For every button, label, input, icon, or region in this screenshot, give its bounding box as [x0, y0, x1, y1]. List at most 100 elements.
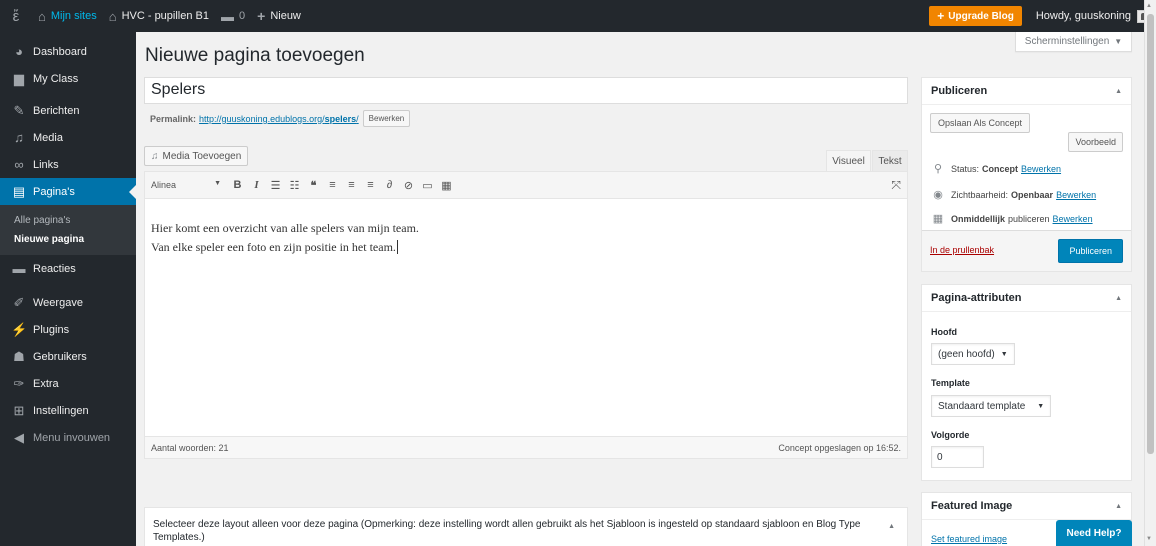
- edublogs-logo-icon[interactable]: ἔ: [0, 0, 32, 32]
- align-left-icon[interactable]: ≡: [324, 179, 341, 191]
- upgrade-blog-button[interactable]: + Upgrade Blog: [929, 6, 1022, 26]
- menu-label: Menu invouwen: [33, 431, 111, 444]
- template-select-value: Standaard template: [938, 400, 1026, 412]
- toolbar-toggle-icon[interactable]: ▦: [438, 179, 455, 192]
- template-select[interactable]: Standaard template ▼: [931, 395, 1052, 417]
- eye-icon: ◉: [933, 189, 943, 201]
- comments-menu[interactable]: ▬ 0: [215, 0, 251, 32]
- caret-down-icon: ▼: [1114, 37, 1123, 46]
- numbered-list-icon[interactable]: ☷: [286, 179, 303, 192]
- status-row: ⚲ Status: Concept Bewerken: [931, 162, 1061, 175]
- menu-weergave[interactable]: ✐ Weergave: [0, 289, 136, 316]
- menu-label: Dashboard: [33, 45, 87, 58]
- upgrade-plus-icon: +: [937, 9, 945, 23]
- screen-options-label: Scherminstellingen: [1024, 36, 1110, 47]
- collapse-arrow-icon[interactable]: ▲: [1115, 295, 1122, 302]
- need-help-button[interactable]: Need Help?: [1056, 520, 1132, 546]
- bullet-list-icon[interactable]: ☰: [267, 179, 284, 192]
- set-featured-image-link[interactable]: Set featured image: [931, 534, 1007, 544]
- permalink-url[interactable]: http://guuskoning.edublogs.org/spelers/: [199, 114, 359, 124]
- italic-icon[interactable]: I: [248, 179, 265, 191]
- menu-gebruikers[interactable]: ☗ Gebruikers: [0, 343, 136, 370]
- permalink-row: Permalink: http://guuskoning.edublogs.or…: [150, 110, 411, 127]
- read-more-icon[interactable]: ▭: [419, 179, 436, 192]
- permalink-edit-button[interactable]: Bewerken: [362, 110, 411, 127]
- menu-label: Links: [33, 158, 59, 171]
- comments-count: 0: [239, 10, 246, 22]
- align-center-icon[interactable]: ≡: [343, 179, 360, 191]
- publish-button[interactable]: Publiceren: [1058, 239, 1123, 263]
- my-sites-menu[interactable]: ⌂ Mijn sites: [32, 0, 103, 32]
- media-icon: ♫: [14, 130, 24, 145]
- menu-berichten[interactable]: ✎ Berichten: [0, 97, 136, 124]
- editor-content[interactable]: Hier komt een overzicht van alle spelers…: [145, 199, 907, 257]
- remove-link-icon[interactable]: ⊘: [400, 179, 417, 192]
- tab-text[interactable]: Tekst: [872, 150, 908, 171]
- parent-select[interactable]: (geen hoofd) ▼: [931, 343, 1015, 365]
- menu-label: Extra: [33, 377, 59, 390]
- layout-metabox-title: Selecteer deze layout alleen voor deze p…: [153, 519, 861, 543]
- menu-label: Pagina's: [33, 185, 75, 198]
- publish-title: Publiceren: [931, 85, 988, 97]
- tab-visual[interactable]: Visueel: [826, 150, 871, 171]
- permalink-label: Permalink:: [150, 113, 197, 124]
- plus-icon: +: [257, 8, 266, 24]
- account-menu[interactable]: Howdy, guuskoning: [1030, 0, 1156, 32]
- menu-links[interactable]: ∞ Links: [0, 151, 136, 178]
- new-content-menu[interactable]: + Nieuw: [251, 0, 307, 32]
- menu-plugins[interactable]: ⚡ Plugins: [0, 316, 136, 343]
- submenu-new-page[interactable]: Nieuwe pagina: [0, 230, 136, 249]
- collapse-arrow-icon[interactable]: ▲: [1115, 503, 1122, 510]
- visibility-edit-link[interactable]: Bewerken: [1056, 190, 1096, 200]
- format-select[interactable]: Alinea ▼: [151, 180, 221, 190]
- submenu-all-pages[interactable]: Alle pagina's: [0, 211, 136, 230]
- pin-icon: ✎: [13, 102, 25, 118]
- howdy-label: Howdy, guuskoning: [1035, 10, 1131, 22]
- menu-paginas[interactable]: ▤ Pagina's: [0, 178, 136, 205]
- content-line: Van elke speler een foto en zijn positie…: [151, 238, 901, 257]
- upgrade-label: Upgrade Blog: [948, 10, 1014, 22]
- scrollbar-thumb[interactable]: [1147, 14, 1154, 454]
- collapse-icon: ◀: [14, 429, 24, 445]
- menu-label: Instellingen: [33, 404, 89, 417]
- menu-reacties[interactable]: ▬ Reacties: [0, 255, 136, 282]
- media-icon: ♫: [151, 150, 159, 162]
- caret-down-icon: ▼: [1037, 402, 1045, 410]
- menu-instellingen[interactable]: ⊞ Instellingen: [0, 397, 136, 424]
- page-attributes-header[interactable]: Pagina-attributen ▲: [922, 285, 1131, 312]
- blockquote-icon[interactable]: ❝: [305, 179, 322, 192]
- publish-header[interactable]: Publiceren ▲: [922, 78, 1131, 105]
- site-name-menu[interactable]: ⌂ HVC - pupillen B1: [103, 0, 215, 32]
- status-edit-link[interactable]: Bewerken: [1021, 164, 1061, 174]
- collapse-arrow-icon[interactable]: ▲: [888, 520, 895, 533]
- save-draft-button[interactable]: Opslaan Als Concept: [930, 113, 1031, 133]
- my-sites-label: Mijn sites: [50, 10, 97, 22]
- collapse-arrow-icon[interactable]: ▲: [1115, 88, 1122, 95]
- scroll-down-arrow-icon[interactable]: ▼: [1146, 536, 1152, 542]
- menu-dashboard[interactable]: ◕ Dashboard: [0, 38, 136, 65]
- align-right-icon[interactable]: ≡: [362, 179, 379, 191]
- menu-my-class[interactable]: ▆ My Class: [0, 65, 136, 92]
- menu-collapse[interactable]: ◀ Menu invouwen: [0, 424, 136, 451]
- parent-label: Hoofd: [931, 327, 957, 337]
- pages-icon: ▤: [12, 183, 26, 199]
- text-cursor: [396, 240, 398, 254]
- scroll-up-arrow-icon[interactable]: ▲: [1146, 3, 1152, 9]
- insert-link-icon[interactable]: ∂: [381, 179, 398, 191]
- tools-icon: ✑: [13, 375, 25, 391]
- post-title-input[interactable]: Spelers: [144, 77, 908, 104]
- order-input[interactable]: 0: [931, 446, 984, 468]
- add-media-button[interactable]: ♫ Media Toevoegen: [144, 146, 249, 166]
- preview-button[interactable]: Voorbeeld: [1068, 132, 1123, 152]
- screen-options-toggle[interactable]: Scherminstellingen ▼: [1015, 32, 1132, 52]
- bold-icon[interactable]: B: [229, 179, 246, 191]
- trash-link[interactable]: In de prullenbak: [930, 245, 994, 255]
- menu-media[interactable]: ♫ Media: [0, 124, 136, 151]
- fullscreen-icon[interactable]: ⤧: [891, 178, 901, 193]
- menu-extra[interactable]: ✑ Extra: [0, 370, 136, 397]
- featured-image-header[interactable]: Featured Image ▲: [922, 493, 1131, 520]
- dashboard-icon: ◕: [15, 44, 23, 59]
- admin-menu: ◕ Dashboard ▆ My Class ✎ Berichten ♫ Med…: [0, 32, 136, 546]
- visibility-row: ◉ Zichtbaarheid: Openbaar Bewerken: [931, 188, 1096, 201]
- schedule-edit-link[interactable]: Bewerken: [1053, 214, 1093, 224]
